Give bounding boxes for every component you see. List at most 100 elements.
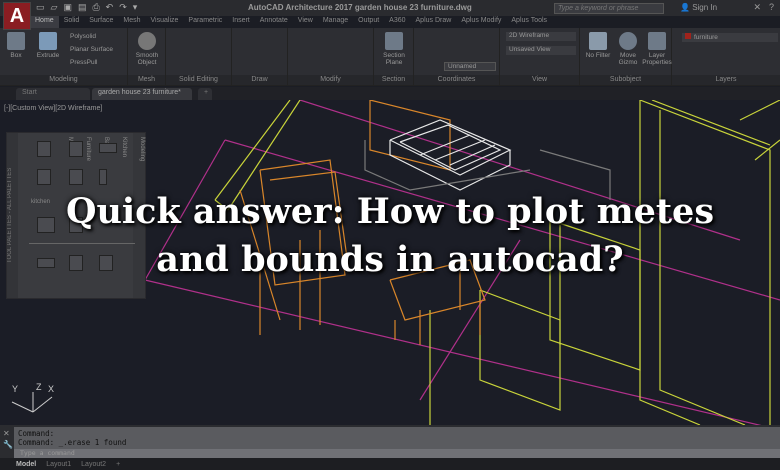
box-label: Box (10, 52, 22, 59)
wrench-icon[interactable]: 🔧 (3, 440, 13, 449)
tab-output[interactable]: Output (353, 16, 384, 28)
application-menu-button[interactable]: A (3, 2, 31, 30)
section-plane-button[interactable]: Section Plane (378, 32, 410, 66)
gizmo-icon (619, 32, 637, 50)
close-icon[interactable]: ✕ (3, 429, 10, 438)
tab-home[interactable]: Home (30, 16, 59, 28)
panel-draw: Draw (232, 28, 288, 86)
tab-mesh[interactable]: Mesh (118, 16, 145, 28)
panel-solid-editing: Solid Editing (166, 28, 232, 86)
title-bar: A ▭ ▱ ▣ ▤ ⎙ ↶ ↷ ▾ AutoCAD Architecture 2017 gar… (0, 0, 780, 30)
tab-a360[interactable]: A360 (384, 16, 410, 28)
tab-manage[interactable]: Manage (318, 16, 353, 28)
doc-tab-active[interactable]: garden house 23 furniture* (92, 88, 192, 100)
panel-label[interactable]: Section (374, 75, 413, 85)
panel-coordinates: Unnamed Coordinates (414, 28, 500, 86)
search-input[interactable]: Type a keyword or phrase (554, 3, 664, 14)
add-layout-button[interactable]: + (116, 461, 120, 468)
open-icon[interactable]: ▱ (51, 2, 58, 13)
panel-label[interactable]: Mesh (128, 75, 165, 85)
visual-style-value: 2D Wireframe (509, 32, 550, 39)
ucs-icon: Y Z X (8, 382, 58, 424)
planar-surface-label: Planar Surface (70, 46, 113, 53)
box-icon (7, 32, 25, 50)
palette-item-cabinet[interactable] (37, 169, 51, 185)
headline-line-1: Quick answer: How to plot metes (65, 191, 715, 232)
panel-label[interactable]: Draw (232, 75, 287, 85)
layer-dropdown[interactable]: furniture (682, 33, 778, 42)
panel-label[interactable]: Modeling (0, 75, 127, 85)
no-filter-button[interactable]: No Filter (582, 32, 614, 59)
sign-in-button[interactable]: 👤 Sign In (680, 3, 717, 12)
smooth-object-icon (138, 32, 156, 50)
saved-view-dropdown[interactable]: Unsaved View (506, 46, 576, 55)
tab-model[interactable]: Model (16, 461, 36, 468)
tab-layout1[interactable]: Layout1 (46, 461, 71, 468)
document-tabs: Start garden house 23 furniture* + (0, 87, 780, 100)
tab-visualize[interactable]: Visualize (146, 16, 184, 28)
dropdown-icon[interactable]: ▾ (133, 2, 138, 13)
palette-item-sink[interactable] (99, 143, 117, 153)
extrude-button[interactable]: Extrude (34, 32, 62, 59)
panel-label[interactable]: Solid Editing (166, 75, 231, 85)
tab-aplus-tools[interactable]: Aplus Tools (506, 16, 552, 28)
exchange-icon[interactable]: ✕ (753, 2, 761, 13)
layer-properties-button[interactable]: Layer Properties (642, 32, 672, 66)
new-icon[interactable]: ▭ (36, 2, 45, 13)
quick-access-toolbar: ▭ ▱ ▣ ▤ ⎙ ↶ ↷ ▾ (36, 2, 137, 13)
save-icon[interactable]: ▣ (63, 2, 72, 13)
user-icon: 👤 (680, 3, 693, 12)
undo-icon[interactable]: ↶ (106, 2, 114, 13)
save-as-icon[interactable]: ▤ (78, 2, 87, 13)
plot-icon[interactable]: ⎙ (92, 2, 99, 13)
panel-subobject: No Filter Move Gizmo Layer Properties Su… (580, 28, 672, 86)
panel-label[interactable]: View (500, 75, 579, 85)
article-headline: Quick answer: How to plot metes and boun… (0, 188, 780, 284)
palette-item-cabinet[interactable] (69, 141, 83, 157)
panel-label[interactable]: Modify (288, 75, 373, 85)
panel-label[interactable]: Coordinates (414, 75, 499, 85)
panel-label[interactable]: Subobject (580, 75, 671, 85)
tab-aplus-modify[interactable]: Aplus Modify (456, 16, 506, 28)
tab-surface[interactable]: Surface (84, 16, 118, 28)
saved-view-value: Unsaved View (509, 46, 551, 53)
tab-view[interactable]: View (293, 16, 318, 28)
section-plane-label: Section Plane (383, 52, 405, 66)
presspull-button[interactable]: PressPull (70, 59, 97, 66)
extrude-icon (39, 32, 57, 50)
new-tab-button[interactable]: + (198, 88, 212, 100)
help-icon[interactable]: ? (769, 2, 774, 13)
panel-mesh: Smooth Object Mesh (128, 28, 166, 86)
no-filter-label: No Filter (585, 52, 611, 59)
doc-tab-start[interactable]: Start (16, 88, 90, 100)
layer-properties-label: Layer Properties (642, 52, 672, 66)
command-input[interactable]: Type a command (14, 449, 780, 458)
polysolid-label: Polysolid (70, 33, 97, 40)
palette-item-panel[interactable] (99, 169, 107, 185)
presspull-label: PressPull (70, 59, 98, 66)
command-history: Command: Command: _.erase 1 found (14, 427, 780, 449)
ribbon-tabs: Home Solid Surface Mesh Visualize Parame… (30, 16, 552, 28)
box-button[interactable]: Box (6, 32, 26, 59)
palette-item-cabinet[interactable] (69, 169, 83, 185)
section-plane-icon (385, 32, 403, 50)
tab-solid[interactable]: Solid (59, 16, 85, 28)
panel-label[interactable]: Layers (672, 75, 780, 85)
ucs-z-label: Z (36, 382, 42, 392)
ucs-dropdown[interactable]: Unnamed (444, 62, 496, 71)
tab-layout2[interactable]: Layout2 (81, 461, 106, 468)
viewport-controls[interactable]: [-][Custom View][2D Wireframe] (4, 105, 102, 112)
polysolid-button[interactable]: Polysolid (70, 33, 96, 40)
redo-icon[interactable]: ↷ (119, 2, 127, 13)
tab-parametric[interactable]: Parametric (183, 16, 227, 28)
tab-annotate[interactable]: Annotate (255, 16, 293, 28)
visual-style-dropdown[interactable]: 2D Wireframe (506, 32, 576, 41)
planar-surface-button[interactable]: Planar Surface (70, 46, 113, 53)
ribbon: Box Extrude Polysolid Planar Surface Pre… (0, 28, 780, 86)
panel-modify: Modify (288, 28, 374, 86)
move-gizmo-button[interactable]: Move Gizmo (614, 32, 642, 66)
tab-insert[interactable]: Insert (227, 16, 255, 28)
smooth-object-button[interactable]: Smooth Object (130, 32, 164, 66)
palette-item-cabinet[interactable] (37, 141, 51, 157)
tab-aplus-draw[interactable]: Aplus Draw (411, 16, 457, 28)
